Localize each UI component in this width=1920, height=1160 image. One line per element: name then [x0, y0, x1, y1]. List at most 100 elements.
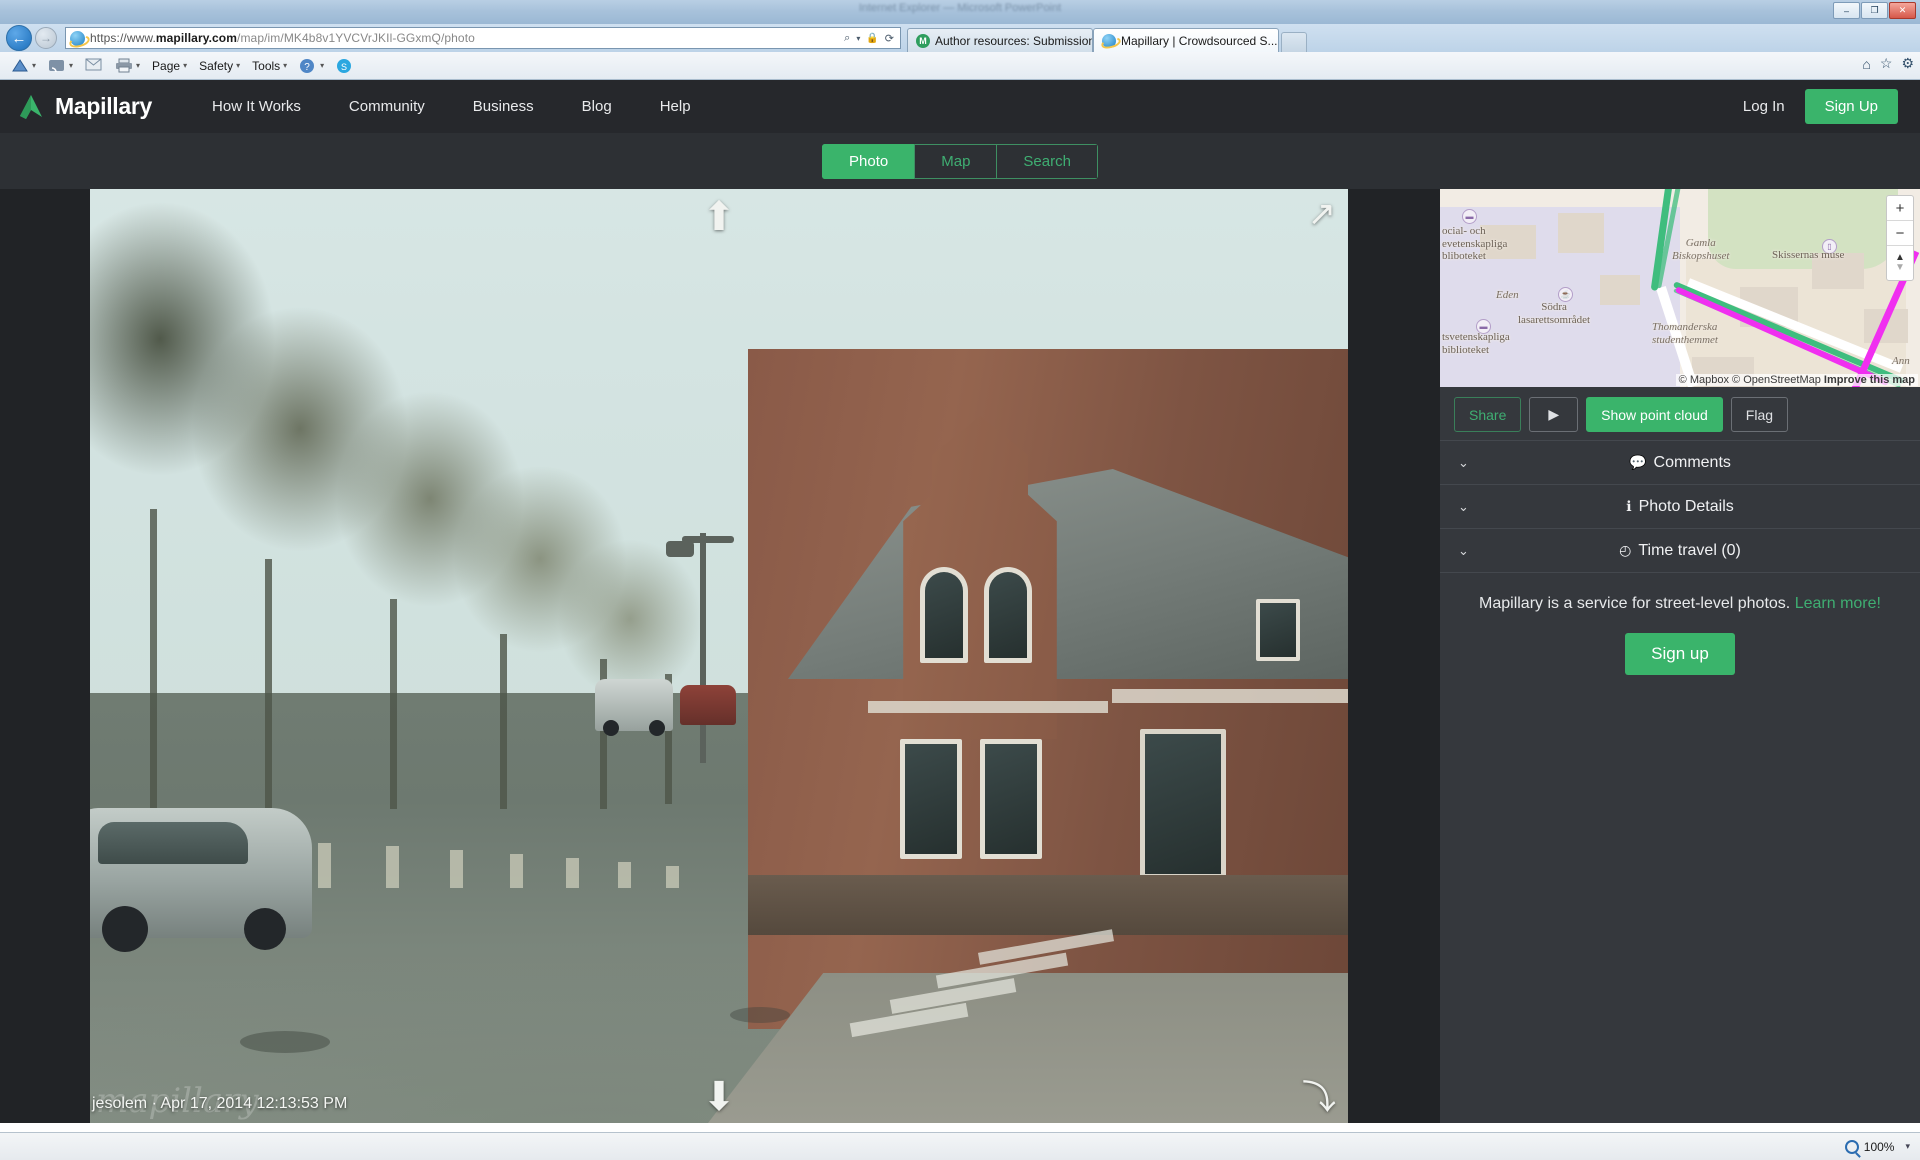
maximize-button[interactable]: ❐: [1861, 2, 1888, 19]
chevron-down-icon[interactable]: ▾: [283, 61, 287, 70]
settings-gear-icon[interactable]: ⚙: [1901, 55, 1914, 72]
map-zoom-controls[interactable]: + − ▲ ▼: [1886, 195, 1914, 281]
attribution-mapbox: © Mapbox: [1678, 374, 1729, 386]
address-bar-icons[interactable]: ⌕ ▾ 🔒 ⟳: [844, 32, 896, 45]
map-attribution[interactable]: © Mapbox © OpenStreetMap Improve this ma…: [1675, 374, 1918, 386]
sidebar-accordion: ⌄ 💬 Comments ⌄ ℹ Photo Details ⌄ ◴ Time …: [1440, 440, 1920, 573]
cmd-tools-menu[interactable]: Tools ▾: [247, 57, 292, 75]
skype-icon: S: [336, 58, 354, 73]
accordion-time-travel[interactable]: ⌄ ◴ Time travel (0): [1440, 529, 1920, 573]
play-button[interactable]: ▶: [1529, 397, 1579, 432]
show-point-cloud-button[interactable]: Show point cloud: [1586, 397, 1723, 432]
cmd-safety-menu[interactable]: Safety ▾: [194, 57, 245, 75]
cmd-safety-label: Safety: [199, 58, 234, 73]
cmd-page-menu[interactable]: Page ▾: [147, 57, 192, 75]
nav-arrow-up[interactable]: ⬆: [702, 197, 736, 237]
nav-how-it-works[interactable]: How It Works: [188, 98, 325, 115]
chevron-down-icon[interactable]: ▾: [856, 34, 860, 43]
photo-building-plinth: [748, 875, 1348, 935]
browser-tab-1[interactable]: M Author resources: Submission |...: [907, 28, 1093, 52]
chevron-down-icon[interactable]: ▾: [236, 61, 240, 70]
chevron-down-icon[interactable]: ⌄: [1458, 499, 1469, 515]
browser-tab-strip[interactable]: M Author resources: Submission |... Mapi…: [907, 24, 1307, 52]
nav-arrow-down[interactable]: ⬇: [702, 1077, 736, 1117]
new-tab-button[interactable]: [1281, 32, 1307, 52]
chevron-down-icon[interactable]: ▾: [32, 61, 36, 70]
photo-manhole-2: [730, 1007, 790, 1023]
minimize-button[interactable]: –: [1833, 2, 1860, 19]
nav-help[interactable]: Help: [636, 98, 715, 115]
photo-viewer[interactable]: ⬆ ⬇ ↗ ⤵ mapillary jesolem · Apr 17, 2014…: [90, 189, 1348, 1123]
cmd-skype-button[interactable]: S: [331, 56, 359, 75]
tab-photo[interactable]: Photo: [822, 143, 915, 179]
cmd-print-button[interactable]: ▾: [110, 56, 145, 75]
promo-sign-up-button[interactable]: Sign up: [1625, 633, 1735, 675]
chevron-down-icon[interactable]: ▾: [183, 61, 187, 70]
photo-car-foreground: [90, 808, 312, 952]
tab-search[interactable]: Search: [996, 143, 1098, 179]
ie-favicon-icon: [1102, 33, 1116, 48]
map-zoom-in-button[interactable]: +: [1887, 196, 1913, 221]
clock-icon: ◴: [1619, 542, 1632, 558]
back-button[interactable]: ←: [6, 25, 32, 51]
url-text: https://www.mapillary.com/map/im/MK4b8v1…: [90, 31, 475, 45]
nav-arrow-top-right[interactable]: ↗: [1308, 197, 1337, 231]
learn-more-link[interactable]: Learn more!: [1795, 595, 1881, 612]
map-zoom-out-button[interactable]: −: [1887, 221, 1913, 246]
flag-button[interactable]: Flag: [1730, 397, 1789, 432]
feed-icon: [48, 58, 66, 73]
chevron-down-icon[interactable]: ▾: [1905, 1141, 1910, 1152]
log-in-link[interactable]: Log In: [1743, 98, 1785, 115]
cmd-help-button[interactable]: ? ▾: [294, 56, 329, 75]
search-icon[interactable]: ⌕: [844, 32, 850, 45]
favorites-star-icon[interactable]: ☆: [1880, 55, 1893, 72]
close-button[interactable]: ✕: [1889, 2, 1916, 19]
accordion-photo-details-label: Photo Details: [1638, 497, 1734, 515]
zoom-indicator[interactable]: 100% ▾: [1844, 1139, 1910, 1154]
info-icon: ℹ: [1626, 498, 1632, 514]
photo-action-buttons[interactable]: Share ▶ Show point cloud Flag: [1440, 387, 1920, 440]
improve-this-map-link[interactable]: Improve this map: [1824, 374, 1915, 386]
sign-up-button[interactable]: Sign Up: [1804, 89, 1898, 124]
nav-community[interactable]: Community: [325, 98, 449, 115]
nav-blog[interactable]: Blog: [558, 98, 636, 115]
promo-text-row: Mapillary is a service for street-level …: [1456, 595, 1904, 613]
accordion-comments[interactable]: ⌄ 💬 Comments: [1440, 441, 1920, 485]
nav-arrow-bottom-right[interactable]: ⤵: [1302, 1081, 1336, 1115]
map-poi-icon[interactable]: ▬: [1462, 209, 1477, 224]
url-domain: mapillary.com: [155, 31, 238, 45]
browser-right-icons[interactable]: ⌂ ☆ ⚙: [1862, 55, 1914, 72]
chevron-down-icon[interactable]: ▾: [69, 61, 73, 70]
page-icon: [11, 58, 29, 73]
header-actions[interactable]: Log In Sign Up: [1743, 89, 1898, 124]
read-mail-icon: [85, 58, 103, 73]
share-button[interactable]: Share: [1454, 397, 1522, 432]
primary-nav[interactable]: How It Works Community Business Blog Hel…: [188, 98, 715, 115]
map-compass-control[interactable]: ▲ ▼: [1887, 246, 1913, 280]
brand[interactable]: Mapillary: [18, 93, 152, 121]
tab-map[interactable]: Map: [914, 143, 997, 179]
accordion-photo-details[interactable]: ⌄ ℹ Photo Details: [1440, 485, 1920, 529]
help-icon: ?: [299, 58, 317, 73]
mini-map[interactable]: ▬ ▬ ☕ ▯ ocial- och evetenskapliga blibot…: [1440, 189, 1920, 387]
accordion-time-travel-label: Time travel (0): [1638, 541, 1741, 559]
browser-tab-2[interactable]: Mapillary | Crowdsourced S... ✕: [1093, 28, 1279, 52]
forward-button[interactable]: →: [35, 27, 57, 49]
browser-command-bar[interactable]: ▾ ▾ ▾ Page ▾ Safety ▾ Tools ▾ ? ▾ S: [0, 52, 1920, 80]
cmd-mail-button[interactable]: [80, 56, 108, 75]
map-label-2: Södra lasarettsområdet: [1518, 301, 1591, 326]
cmd-feed-button[interactable]: ▾: [43, 56, 78, 75]
chevron-down-icon[interactable]: ▾: [136, 61, 140, 70]
chevron-down-icon[interactable]: ⌄: [1458, 455, 1469, 471]
refresh-icon[interactable]: ⟳: [885, 32, 894, 45]
cmd-page-icon-button[interactable]: ▾: [6, 56, 41, 75]
address-bar[interactable]: https://www.mapillary.com/map/im/MK4b8v1…: [65, 27, 901, 49]
home-icon[interactable]: ⌂: [1862, 56, 1870, 72]
chevron-down-icon[interactable]: ⌄: [1458, 543, 1469, 559]
map-poi-icon[interactable]: ☕: [1558, 287, 1573, 302]
ie-logo-icon: [70, 30, 85, 46]
view-mode-segmented-control[interactable]: Photo Map Search: [822, 143, 1098, 179]
chevron-down-icon[interactable]: ▾: [320, 61, 324, 70]
nav-business[interactable]: Business: [449, 98, 558, 115]
window-controls[interactable]: – ❐ ✕: [1833, 2, 1916, 19]
